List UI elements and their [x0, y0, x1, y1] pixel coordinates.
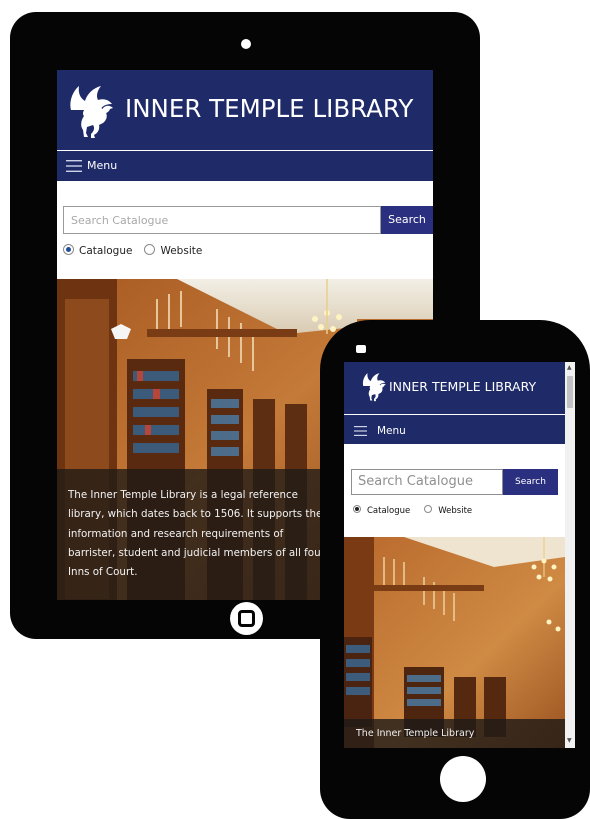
radio-catalogue[interactable]: [63, 244, 74, 255]
library-interior-photo: [344, 537, 565, 748]
search-button[interactable]: Search: [381, 206, 433, 234]
scroll-down-arrow-icon[interactable]: ▼: [567, 738, 572, 744]
tablet-home-button[interactable]: [230, 602, 263, 635]
library-hero-image: The Inner Temple Library: [344, 537, 565, 748]
search-scope-radios: Catalogue Website: [63, 244, 202, 258]
search-input[interactable]: Search Catalogue: [63, 206, 381, 234]
site-header: INNER TEMPLE LIBRARY: [344, 362, 565, 414]
scrollbar[interactable]: ▲ ▼: [565, 362, 575, 748]
hero-caption: The Inner Temple Library: [344, 719, 565, 748]
menu-label[interactable]: Menu: [87, 159, 117, 173]
radio-website[interactable]: [424, 505, 433, 513]
phone-camera: [356, 345, 366, 353]
radio-website[interactable]: [144, 244, 156, 255]
search-placeholder: Search Catalogue: [71, 214, 169, 227]
pegasus-icon: [70, 86, 113, 138]
pegasus-icon: [362, 373, 386, 402]
radio-catalogue-label[interactable]: Catalogue: [79, 245, 132, 257]
hero-caption-text: The Inner Temple Library is a legal refe…: [68, 489, 325, 579]
scroll-up-arrow-icon[interactable]: ▲: [567, 365, 572, 371]
site-title: INNER TEMPLE LIBRARY: [389, 379, 537, 394]
hamburger-menu-icon[interactable]: [66, 160, 82, 172]
menu-bar[interactable]: Menu: [344, 415, 565, 444]
site-header: INNER TEMPLE LIBRARY: [57, 70, 433, 150]
radio-catalogue-label[interactable]: Catalogue: [367, 506, 410, 516]
radio-website-label[interactable]: Website: [438, 506, 472, 516]
hamburger-menu-icon[interactable]: [354, 426, 367, 436]
tablet-camera: [241, 39, 251, 49]
phone-device: INNER TEMPLE LIBRARY Menu Search Catalog…: [320, 320, 590, 819]
menu-bar[interactable]: Menu: [57, 151, 433, 181]
hero-caption-text: The Inner Temple Library: [356, 728, 475, 739]
search-placeholder: Search Catalogue: [358, 474, 473, 489]
phone-screen: INNER TEMPLE LIBRARY Menu Search Catalog…: [344, 362, 565, 748]
menu-label[interactable]: Menu: [377, 425, 406, 438]
phone-home-button[interactable]: [440, 756, 486, 802]
radio-catalogue[interactable]: [353, 505, 361, 513]
search-scope-radios: Catalogue Website: [353, 505, 472, 517]
radio-website-label[interactable]: Website: [160, 245, 202, 257]
search-button[interactable]: Search: [503, 469, 558, 495]
search-input[interactable]: Search Catalogue: [351, 469, 503, 495]
scrollbar-thumb[interactable]: [567, 376, 573, 408]
site-title: INNER TEMPLE LIBRARY: [125, 94, 414, 123]
